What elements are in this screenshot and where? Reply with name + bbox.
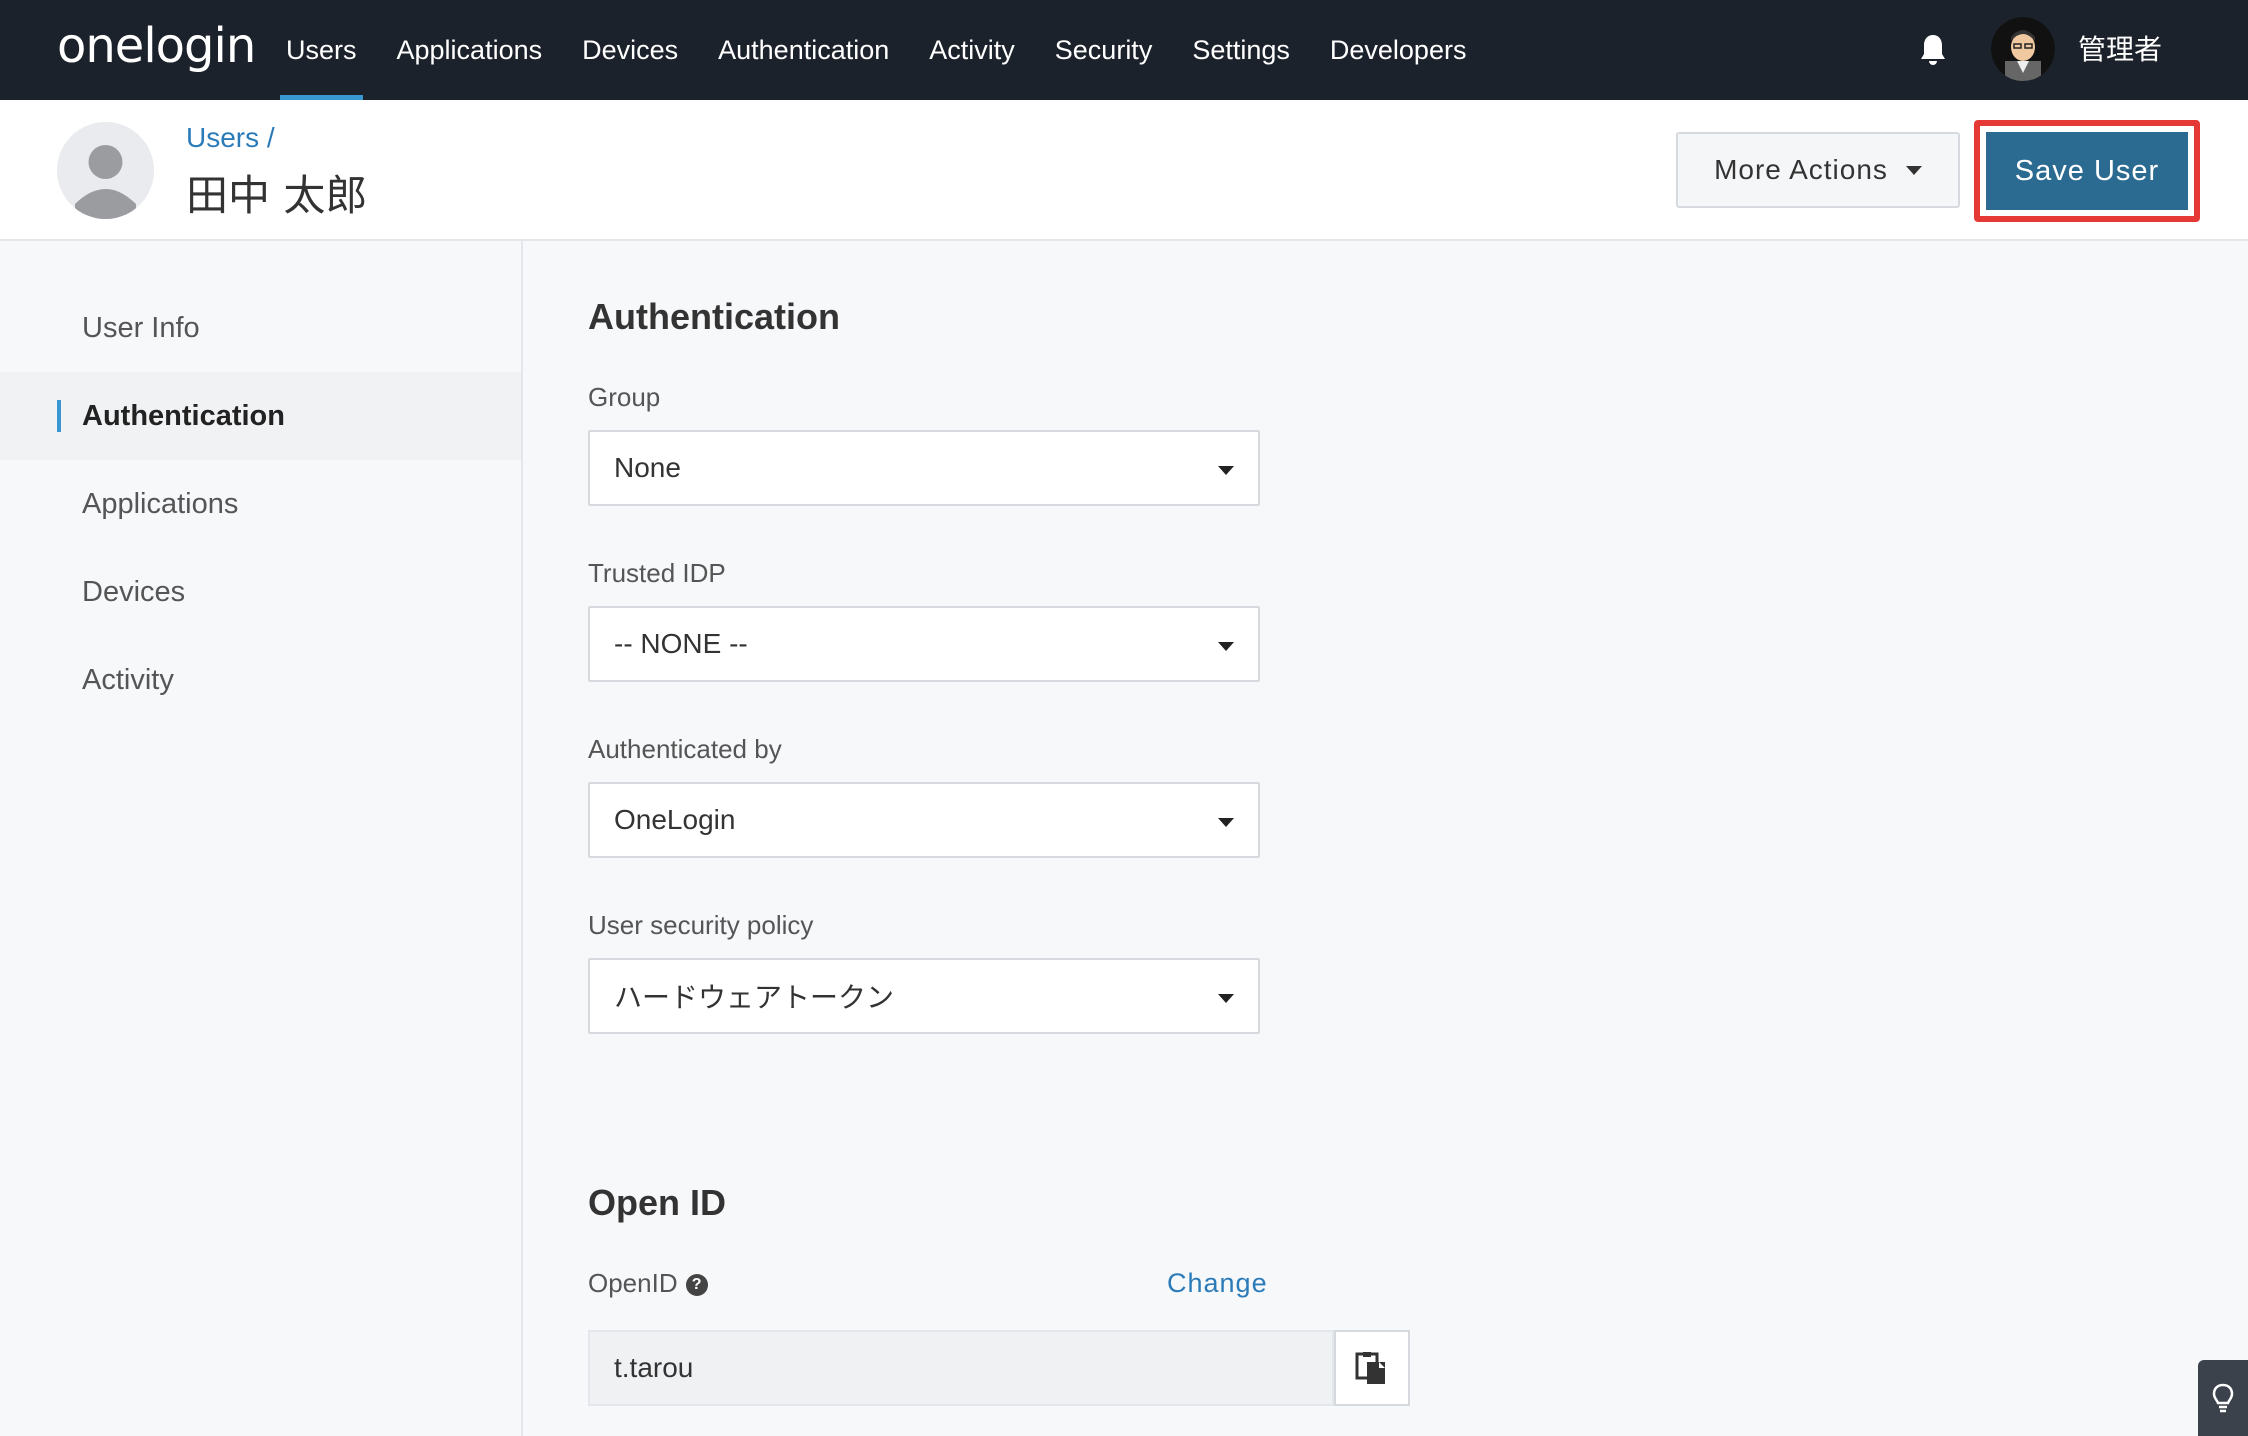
copy-button[interactable] — [1334, 1330, 1410, 1406]
nav-menu: Users Applications Devices Authenticatio… — [266, 0, 1486, 100]
nav-item-activity[interactable]: Activity — [909, 0, 1035, 100]
user-avatar[interactable] — [1991, 17, 2055, 81]
caret-down-icon — [1218, 642, 1234, 651]
group-select-value: None — [614, 452, 681, 483]
security-policy-label: User security policy — [588, 910, 814, 940]
nav-item-security[interactable]: Security — [1035, 0, 1173, 100]
openid-label-row: OpenID? — [588, 1268, 708, 1299]
authentication-section-title: Authentication — [588, 296, 840, 337]
authenticated-by-select-value: OneLogin — [614, 804, 736, 835]
caret-down-icon — [1905, 165, 1922, 175]
nav-item-authentication[interactable]: Authentication — [698, 0, 909, 100]
authenticated-by-label: Authenticated by — [588, 734, 782, 764]
save-button-highlight: Save User — [1974, 120, 2200, 222]
nav-item-users[interactable]: Users — [266, 0, 377, 100]
breadcrumb[interactable]: Users / — [186, 122, 275, 154]
nav-item-settings[interactable]: Settings — [1172, 0, 1310, 100]
sidebar-item-devices[interactable]: Devices — [0, 548, 521, 636]
caret-down-icon — [1218, 994, 1234, 1003]
copy-icon — [1355, 1352, 1385, 1384]
sidebar-item-authentication[interactable]: Authentication — [0, 372, 521, 460]
change-openid-link[interactable]: Change — [1167, 1268, 1268, 1299]
user-name[interactable]: 管理者 — [2078, 28, 2162, 68]
onelogin-logo[interactable]: onelogin — [57, 18, 256, 74]
nav-item-developers[interactable]: Developers — [1310, 0, 1487, 100]
more-actions-label: More Actions — [1714, 154, 1888, 185]
bell-icon[interactable] — [1917, 32, 1949, 68]
sidebar-item-applications[interactable]: Applications — [0, 460, 521, 548]
openid-field[interactable]: t.tarou — [588, 1330, 1334, 1406]
caret-down-icon — [1218, 466, 1234, 475]
page-title: 田中 太郎 — [186, 171, 368, 220]
lightbulb-icon — [2212, 1383, 2234, 1413]
security-policy-select-value: ハードウェアトークン — [614, 981, 895, 1014]
sidebar: User Info Authentication Applications De… — [0, 241, 523, 1436]
save-user-button[interactable]: Save User — [1986, 132, 2188, 210]
trusted-idp-select-value: -- NONE -- — [614, 628, 748, 659]
trusted-idp-select[interactable]: -- NONE -- — [588, 606, 1260, 682]
openid-label: OpenID — [588, 1268, 678, 1298]
help-icon[interactable]: ? — [685, 1274, 708, 1297]
help-hint-button[interactable] — [2198, 1360, 2248, 1436]
openid-section-title: Open ID — [588, 1182, 727, 1223]
caret-down-icon — [1218, 818, 1234, 827]
sidebar-item-user-info[interactable]: User Info — [0, 284, 521, 372]
user-profile-avatar[interactable] — [57, 122, 154, 219]
authenticated-by-select[interactable]: OneLogin — [588, 782, 1260, 858]
group-label: Group — [588, 382, 661, 412]
trusted-idp-label: Trusted IDP — [588, 558, 726, 588]
security-policy-select[interactable]: ハードウェアトークン — [588, 958, 1260, 1034]
nav-item-devices[interactable]: Devices — [562, 0, 698, 100]
more-actions-button[interactable]: More Actions — [1676, 132, 1960, 208]
nav-item-applications[interactable]: Applications — [377, 0, 563, 100]
top-nav: onelogin Users Applications Devices Auth… — [0, 0, 2248, 100]
group-select[interactable]: None — [588, 430, 1260, 506]
sidebar-item-activity[interactable]: Activity — [0, 636, 521, 724]
page-header: Users / 田中 太郎 More Actions Save User — [0, 100, 2248, 241]
